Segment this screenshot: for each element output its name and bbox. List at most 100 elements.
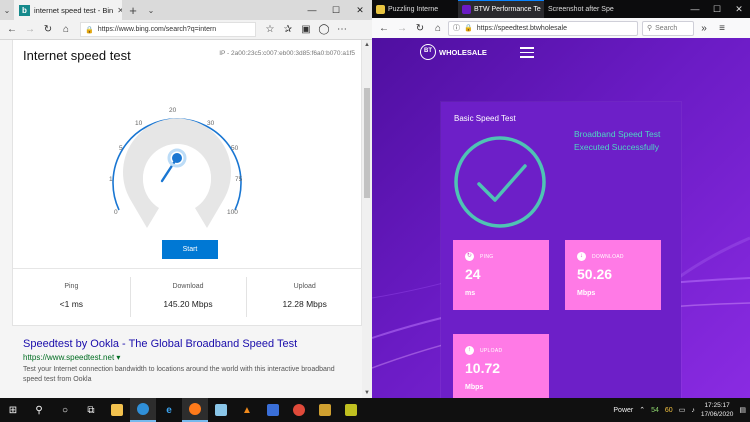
media-player-icon[interactable] <box>260 398 286 422</box>
ping-icon: ↻ <box>465 252 474 261</box>
ff-tab-label: Screenshot after Spe <box>548 5 614 13</box>
gauge-label-10: 10 <box>135 120 143 127</box>
back-icon[interactable]: ← <box>4 24 20 35</box>
gauge-label-100: 100 <box>227 209 238 216</box>
upload-unit: Mbps <box>465 384 484 391</box>
maximize-icon[interactable]: ☐ <box>706 4 728 15</box>
ff-tab-btw[interactable]: BTW Performance Te <box>458 0 544 18</box>
show-hidden-icons[interactable]: ⌃ <box>639 406 645 414</box>
bt-wholesale-logo[interactable]: BT WHOLESALE <box>420 44 487 60</box>
start-button[interactable]: Start <box>162 240 218 259</box>
ff-window-controls: — ☐ ✕ <box>684 4 750 15</box>
tab-list-icon[interactable]: ⌄ <box>0 6 14 15</box>
caret-down-icon[interactable]: ▾ <box>116 353 120 362</box>
app-taskbar-icon[interactable] <box>286 398 312 422</box>
edge-window-controls: — ☐ ✕ <box>300 0 372 20</box>
scroll-up-icon[interactable]: ▲ <box>362 40 372 50</box>
clock-date: 17/06/2020 <box>700 411 734 418</box>
favorite-star-icon[interactable]: ☆ <box>262 24 278 35</box>
ff-tab-screenshot[interactable]: Screenshot after Spe <box>544 0 628 18</box>
edge-tab-title: internet speed test - Bin <box>34 5 114 15</box>
panel-title: Basic Speed Test <box>454 114 516 123</box>
firefox-taskbar-icon[interactable] <box>182 398 208 422</box>
system-tray: Power ⌃ 54 60 ▭ ♪ 17:25:17 17/06/2020 ▤ <box>613 401 750 419</box>
close-icon[interactable]: ✕ <box>728 4 750 15</box>
file-explorer-icon[interactable] <box>104 398 130 422</box>
refresh-icon[interactable]: ↻ <box>412 23 428 34</box>
notepad-taskbar-icon[interactable] <box>208 398 234 422</box>
stat-label: Ping <box>64 283 79 290</box>
collections-icon[interactable]: ▣ <box>298 24 314 35</box>
maximize-icon[interactable]: ☐ <box>324 0 348 20</box>
notifications-icon[interactable]: ▤ <box>739 406 746 414</box>
search-icon: ⚲ <box>647 25 653 32</box>
ie-taskbar-icon[interactable]: e <box>156 398 182 422</box>
status-message: Broadband Speed Test Executed Successful… <box>574 129 661 152</box>
edge-scrollbar[interactable]: ▲ ▼ <box>362 40 372 398</box>
address-text: https://www.bing.com/search?q=intern <box>97 26 217 33</box>
speed-test-title: Internet speed test <box>23 48 131 63</box>
vlc-taskbar-icon[interactable]: ▲ <box>234 398 260 422</box>
clock-time: 17:25:17 <box>704 402 730 409</box>
volume-icon[interactable]: ♪ <box>691 407 695 414</box>
forward-icon[interactable]: → <box>22 24 38 35</box>
bt-logo-mark: BT <box>420 44 436 60</box>
menu-icon[interactable]: ≡ <box>714 23 730 34</box>
windows-start-icon[interactable]: ⊞ <box>0 398 26 422</box>
edge-tab-bing[interactable]: b internet speed test - Bin ✕ <box>14 0 122 20</box>
edge-taskbar-icon[interactable] <box>130 398 156 422</box>
bt-favicon-icon <box>462 5 471 14</box>
home-icon[interactable]: ⌂ <box>430 23 446 34</box>
bt-logo-text: WHOLESALE <box>439 47 487 57</box>
ping-tile: ↻ PING 24 ms <box>453 240 549 310</box>
search-result: Speedtest by Ookla - The Global Broadban… <box>23 338 343 385</box>
minimize-icon[interactable]: — <box>684 4 706 15</box>
cortana-icon[interactable]: ○ <box>52 398 78 422</box>
stat-value: <1 ms <box>59 299 84 309</box>
overflow-icon[interactable]: » <box>696 23 712 34</box>
scroll-thumb[interactable] <box>364 88 370 198</box>
address-bar[interactable]: 🔒 https://www.bing.com/search?q=intern <box>80 22 256 37</box>
firefox-window: Puzzling Interne BTW Performance Te Scre… <box>372 0 750 398</box>
ff-tab-label: Puzzling Interne <box>388 5 439 13</box>
download-value: 50.26 <box>577 266 613 282</box>
search-icon[interactable]: ⚲ <box>26 398 52 422</box>
ff-nav-bar: ← → ↻ ⌂ ⓘ 🔒 https://speedtest.btwholesal… <box>372 18 750 38</box>
ff-tab-puzzling[interactable]: Puzzling Interne <box>372 0 458 18</box>
home-icon[interactable]: ⌂ <box>58 24 74 35</box>
profile-icon[interactable]: ◯ <box>316 24 332 35</box>
minimize-icon[interactable]: — <box>300 0 324 20</box>
game-taskbar-icon[interactable] <box>312 398 338 422</box>
ping-value: 24 <box>465 266 481 282</box>
scroll-down-icon[interactable]: ▼ <box>362 388 372 398</box>
refresh-icon[interactable]: ↻ <box>40 24 56 35</box>
hamburger-menu-icon[interactable] <box>520 47 534 61</box>
favorites-icon[interactable]: ✰ <box>280 24 296 35</box>
more-icon[interactable]: ⋯ <box>334 24 350 35</box>
gauge-label-5: 5 <box>119 145 123 152</box>
ff-tab-label: BTW Performance Te <box>474 6 541 13</box>
result-url[interactable]: https://www.speedtest.net ▾ <box>23 353 343 362</box>
gauge-label-30: 30 <box>207 120 215 127</box>
ff-search-box[interactable]: ⚲ Search <box>642 20 694 36</box>
new-tab-button[interactable]: + <box>122 3 144 18</box>
ff-address-bar[interactable]: ⓘ 🔒 https://speedtest.btwholesale <box>448 20 638 36</box>
clock[interactable]: 17:25:17 17/06/2020 <box>701 401 734 419</box>
forward-icon[interactable]: → <box>394 23 410 34</box>
back-icon[interactable]: ← <box>376 23 392 34</box>
firefox-tab-bar: Puzzling Interne BTW Performance Te Scre… <box>372 0 750 18</box>
result-title-link[interactable]: Speedtest by Ookla - The Global Broadban… <box>23 338 343 350</box>
chevron-down-icon[interactable]: ⌄ <box>144 6 158 15</box>
task-view-icon[interactable]: ⧉ <box>78 398 104 422</box>
gauge-label-75: 75 <box>235 176 243 183</box>
gauge-label-0: 0 <box>114 209 118 216</box>
close-icon[interactable]: ✕ <box>348 0 372 20</box>
power-label[interactable]: Power <box>613 407 633 414</box>
stat-ping: Ping <1 ms <box>13 269 130 324</box>
app2-taskbar-icon[interactable] <box>338 398 364 422</box>
upload-tile: ↑ UPLOAD 10.72 Mbps <box>453 334 549 398</box>
stat-value: 145.20 Mbps <box>163 299 213 309</box>
speed-stats: Ping <1 ms Download 145.20 Mbps Upload 1… <box>13 268 363 324</box>
network-icon[interactable]: ▭ <box>679 406 686 414</box>
tile-label: UPLOAD <box>480 347 503 354</box>
